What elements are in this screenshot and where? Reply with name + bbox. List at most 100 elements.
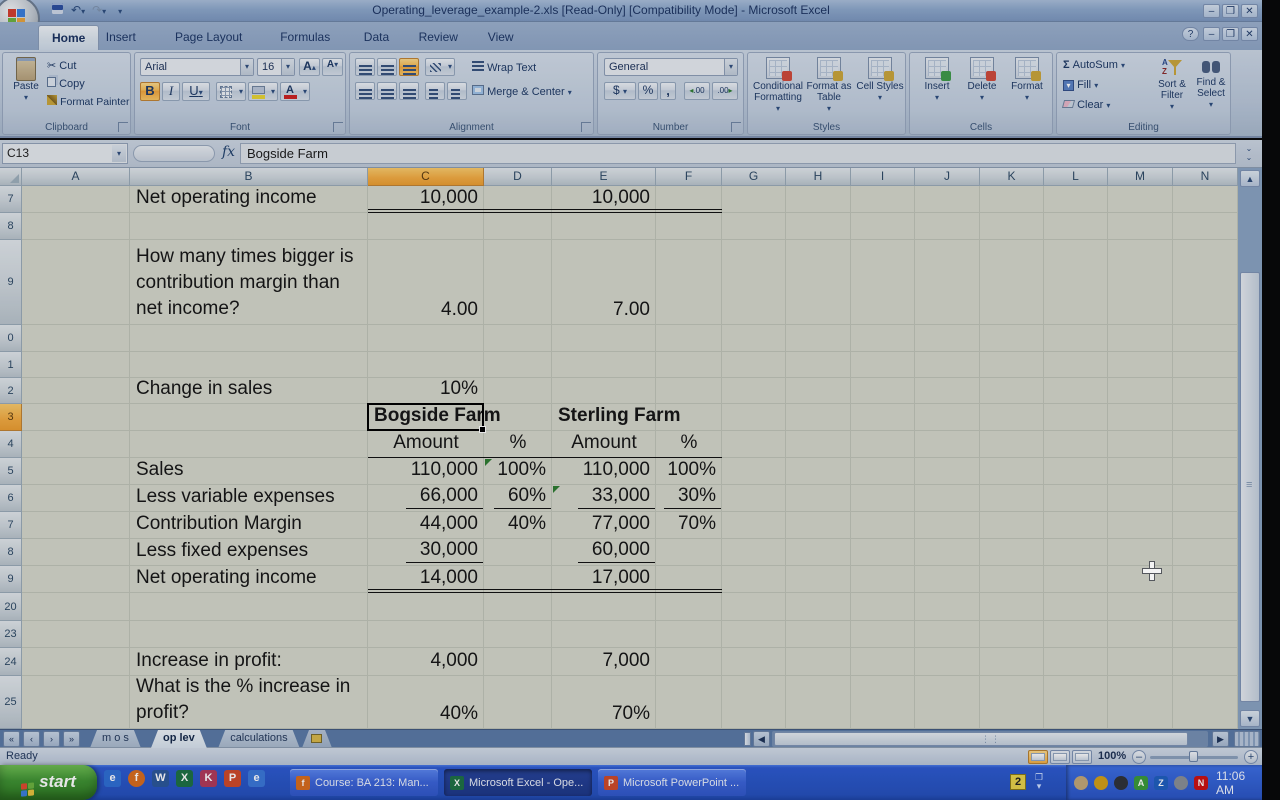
cell[interactable]	[786, 593, 851, 621]
column-header-L[interactable]: L	[1044, 168, 1108, 186]
column-header-G[interactable]: G	[722, 168, 786, 186]
column-header-E[interactable]: E	[552, 168, 656, 186]
cell[interactable]	[851, 539, 915, 566]
view-page-layout-icon[interactable]	[1050, 750, 1070, 764]
cell[interactable]	[851, 485, 915, 512]
row-header[interactable]: 0	[0, 325, 22, 352]
cell[interactable]	[484, 378, 552, 404]
sort-filter-button[interactable]: AZ Sort & Filter▾	[1153, 57, 1191, 112]
italic-button[interactable]: I	[162, 82, 180, 101]
cell[interactable]	[786, 325, 851, 352]
taskbar-chevron-icon[interactable]: ❐▾	[1032, 773, 1046, 791]
cell[interactable]	[484, 352, 552, 378]
cell[interactable]	[22, 648, 130, 676]
zoom-in-button[interactable]: +	[1244, 750, 1258, 764]
workbook-minimize-button[interactable]: –	[1203, 27, 1220, 41]
cell[interactable]	[722, 593, 786, 621]
cell[interactable]: 70%	[552, 676, 656, 729]
cell[interactable]	[915, 240, 980, 325]
underline-button[interactable]: U▾	[182, 82, 210, 101]
view-page-break-icon[interactable]	[1072, 750, 1092, 764]
cell[interactable]	[915, 485, 980, 512]
cell[interactable]	[552, 621, 656, 648]
cell[interactable]	[1173, 240, 1238, 325]
align-right-button[interactable]	[399, 82, 419, 100]
row-header[interactable]: 3	[0, 404, 22, 431]
cell[interactable]	[368, 621, 484, 648]
grow-font-button[interactable]: A▴	[299, 58, 320, 76]
cell[interactable]	[1044, 240, 1108, 325]
name-box[interactable]: C13▾	[2, 143, 128, 164]
tab-review[interactable]: Review	[406, 25, 471, 50]
cell[interactable]	[851, 404, 915, 431]
cell[interactable]	[980, 458, 1044, 485]
cell[interactable]	[1108, 213, 1173, 240]
powerpoint-icon[interactable]: P	[224, 770, 241, 787]
sheet-prev-icon[interactable]: ‹	[23, 731, 40, 747]
zoom-slider-thumb[interactable]	[1189, 751, 1198, 762]
row-header[interactable]: 25	[0, 676, 22, 729]
cell[interactable]	[484, 240, 552, 325]
cell[interactable]	[786, 512, 851, 539]
cell[interactable]	[915, 621, 980, 648]
increase-indent-button[interactable]	[447, 82, 467, 100]
cell[interactable]: Increase in profit:	[130, 648, 368, 676]
cell[interactable]	[552, 352, 656, 378]
cell[interactable]	[1173, 213, 1238, 240]
cell[interactable]	[1108, 485, 1173, 512]
percent-style-button[interactable]: %	[638, 82, 658, 100]
cell[interactable]	[1044, 648, 1108, 676]
cell[interactable]: Net operating income	[130, 186, 368, 213]
cell[interactable]	[130, 431, 368, 458]
cell[interactable]: What is the % increase in profit?	[130, 676, 368, 729]
close-button[interactable]: ✕	[1241, 4, 1258, 18]
cell[interactable]	[980, 512, 1044, 539]
zonealarm-icon[interactable]: Z	[1154, 776, 1168, 790]
cell[interactable]	[552, 593, 656, 621]
cell[interactable]	[1173, 566, 1238, 593]
minimize-button[interactable]: –	[1203, 4, 1220, 18]
cell[interactable]	[656, 648, 722, 676]
column-header-I[interactable]: I	[851, 168, 915, 186]
cell[interactable]	[1044, 676, 1108, 729]
cell[interactable]	[722, 566, 786, 593]
increase-decimal-button[interactable]: ◂.00	[684, 82, 710, 100]
cell[interactable]	[722, 512, 786, 539]
cell[interactable]	[980, 240, 1044, 325]
cell[interactable]	[722, 648, 786, 676]
cell[interactable]	[1044, 404, 1108, 431]
cell[interactable]	[722, 378, 786, 404]
antivirus-icon[interactable]: A	[1134, 776, 1148, 790]
cell[interactable]	[22, 566, 130, 593]
vertical-scroll-thumb[interactable]	[1240, 272, 1260, 702]
taskbar-window-button[interactable]: XMicrosoft Excel - Ope...	[444, 769, 592, 796]
cell[interactable]	[980, 325, 1044, 352]
bottom-align-button[interactable]	[399, 58, 419, 76]
cell[interactable]	[130, 593, 368, 621]
cell[interactable]	[656, 378, 722, 404]
cell[interactable]	[1044, 485, 1108, 512]
cell[interactable]	[786, 352, 851, 378]
cell[interactable]	[1108, 404, 1173, 431]
cell[interactable]	[786, 485, 851, 512]
fill-color-button[interactable]: ▾	[248, 82, 278, 101]
cell[interactable]	[980, 213, 1044, 240]
borders-button[interactable]: ▾	[216, 82, 246, 101]
agent-icon[interactable]	[1174, 776, 1188, 790]
cell[interactable]	[786, 566, 851, 593]
cell[interactable]	[1108, 458, 1173, 485]
tab-insert[interactable]: Insert	[93, 25, 149, 50]
merge-center-button[interactable]: Merge & Center ▾	[472, 85, 572, 98]
column-header-F[interactable]: F	[656, 168, 722, 186]
decrease-indent-button[interactable]	[425, 82, 445, 100]
accounting-format-button[interactable]: $ ▾	[604, 82, 636, 100]
hscroll-right-icon[interactable]: ▶	[1212, 731, 1229, 747]
column-header-K[interactable]: K	[980, 168, 1044, 186]
cell[interactable]	[851, 186, 915, 213]
cell[interactable]	[980, 539, 1044, 566]
cell[interactable]	[484, 325, 552, 352]
align-left-button[interactable]	[355, 82, 375, 100]
cell[interactable]	[915, 539, 980, 566]
cell[interactable]	[130, 621, 368, 648]
cell[interactable]	[22, 186, 130, 213]
